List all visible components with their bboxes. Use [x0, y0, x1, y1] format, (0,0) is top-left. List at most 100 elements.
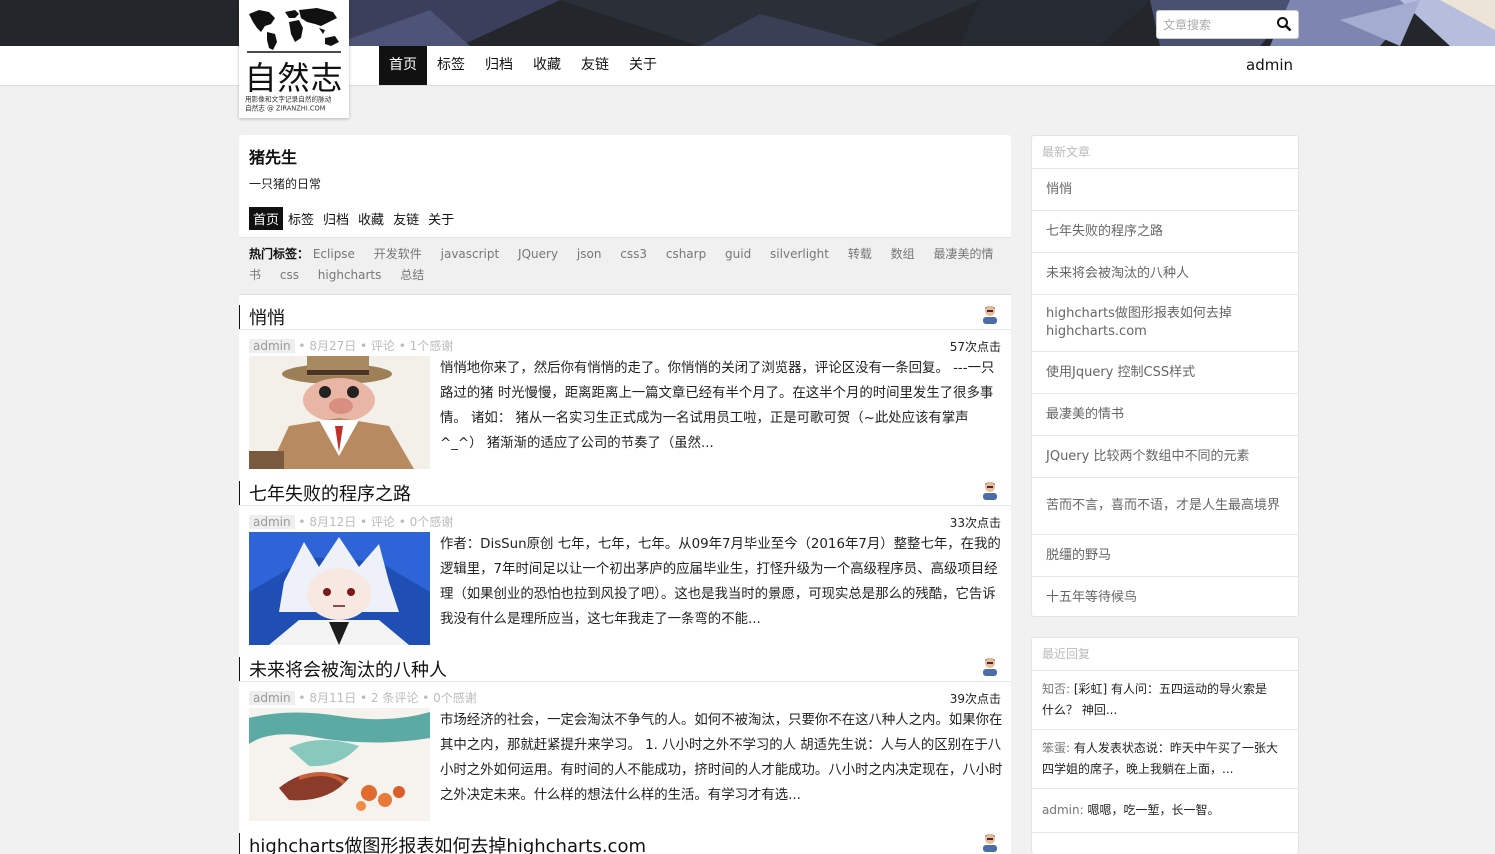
- nav-item-home[interactable]: 首页: [379, 46, 427, 85]
- post-title-row: 七年失败的程序之路: [239, 471, 1011, 506]
- avatar-icon[interactable]: [981, 480, 999, 500]
- tag-link[interactable]: json: [577, 247, 602, 261]
- reply-item[interactable]: 笨蛋: 有人发表状态说：昨天中午买了一张大四学姐的席子，晚上我躺在上面，...: [1032, 730, 1298, 789]
- sidebar-title: 最近回复: [1032, 638, 1298, 671]
- nav-item-favorites[interactable]: 收藏: [523, 46, 571, 85]
- reply-item[interactable]: admin: 嗯嗯，吃一堑，长一智。: [1032, 789, 1298, 833]
- blog-header: 猪先生 一只猪的日常 首页 标签 归档 收藏 友链 关于: [239, 135, 1011, 230]
- tag-link[interactable]: JQuery: [518, 247, 558, 261]
- post-thumbnail[interactable]: [249, 356, 430, 469]
- tag-link[interactable]: 总结: [400, 268, 424, 282]
- title-marker: [239, 657, 240, 681]
- tag-link[interactable]: 开发软件: [374, 247, 422, 261]
- avatar-icon[interactable]: [981, 656, 999, 676]
- search-input[interactable]: [1157, 11, 1267, 38]
- latest-post-link[interactable]: 脱缰的野马: [1032, 535, 1298, 577]
- post-excerpt: 悄悄地你来了，然后你有悄悄的走了。你悄悄的关闭了浏览器，评论区没有一条回复。 -…: [440, 361, 995, 451]
- post-item: 未来将会被淘汰的八种人 admin • 8月11日 • 2 条评论 • 0个感谢…: [239, 647, 1011, 823]
- sidebar-title: 最新文章: [1032, 136, 1298, 169]
- main-content: 猪先生 一只猪的日常 首页 标签 归档 收藏 友链 关于 热门标签： Eclip…: [239, 135, 1011, 854]
- post-meta-info: • 8月11日 • 2 条评论 • 0个感谢: [294, 691, 477, 705]
- user-menu[interactable]: admin: [1246, 46, 1293, 85]
- post-item: 七年失败的程序之路 admin • 8月12日 • 评论 • 0个感谢 33次点…: [239, 471, 1011, 647]
- post-clicks: 33次点击: [949, 516, 1001, 530]
- reply-text: 有人发表状态说：昨天中午买了一张大四学姐的席子，晚上我躺在上面，...: [1042, 741, 1278, 776]
- nav-item-archive[interactable]: 归档: [475, 46, 523, 85]
- latest-post-link[interactable]: 悄悄: [1032, 169, 1298, 211]
- sub-nav-about[interactable]: 关于: [424, 207, 458, 230]
- avatar-icon[interactable]: [981, 304, 999, 324]
- title-marker: [239, 833, 240, 854]
- post-author[interactable]: admin: [249, 515, 295, 529]
- post-author[interactable]: admin: [249, 691, 295, 705]
- world-map-logo: [247, 8, 341, 53]
- reply-author: 知否:: [1042, 682, 1071, 696]
- tag-link[interactable]: csharp: [666, 247, 706, 261]
- tag-link[interactable]: css: [280, 268, 299, 282]
- sub-nav-archive[interactable]: 归档: [319, 207, 353, 230]
- anime-character-image: [249, 532, 430, 645]
- tag-link[interactable]: 转载: [848, 247, 872, 261]
- post-thumbnail[interactable]: [249, 532, 430, 645]
- post-item: highcharts做图形报表如何去掉highcharts.com: [239, 823, 1011, 854]
- search-icon[interactable]: [1276, 16, 1292, 32]
- post-excerpt: 作者：DisSun原创 七年，七年，七年。从09年7月毕业至今（2016年7月）…: [440, 537, 1001, 627]
- sidebar-recent-replies: 最近回复 知否: [彩虹] 有人问：五四运动的导火索是什么？ 神回... 笨蛋:…: [1031, 637, 1299, 854]
- nav-menu: 首页 标签 归档 收藏 友链 关于: [379, 46, 667, 85]
- post-title-row: highcharts做图形报表如何去掉highcharts.com: [239, 823, 1011, 854]
- tag-link[interactable]: highcharts: [318, 268, 382, 282]
- post-title-row: 未来将会被淘汰的八种人: [239, 647, 1011, 682]
- search-box: [1156, 10, 1299, 39]
- sub-nav-links[interactable]: 友链: [389, 207, 423, 230]
- post-clicks: 39次点击: [949, 692, 1001, 706]
- post-title[interactable]: 悄悄: [249, 304, 285, 330]
- tag-link[interactable]: css3: [620, 247, 647, 261]
- avatar-icon[interactable]: [981, 832, 999, 852]
- watercolor-art-image: [249, 708, 430, 821]
- latest-post-link[interactable]: 未来将会被淘汰的八种人: [1032, 253, 1298, 295]
- post-item: 悄悄 admin • 8月27日 • 评论 • 1个感谢 57次点击 悄悄地你来…: [239, 295, 1011, 471]
- site-logo[interactable]: 自然志 用影像和文字记录自然的脉动 自然志 @ ZIRANZHI.COM: [239, 0, 349, 118]
- blog-sub-nav: 首页 标签 归档 收藏 友链 关于: [249, 207, 1001, 230]
- post-meta: admin • 8月12日 • 评论 • 0个感谢 33次点击: [239, 506, 1011, 532]
- latest-post-link[interactable]: JQuery 比较两个数组中不同的元素: [1032, 436, 1298, 478]
- latest-post-link[interactable]: 十五年等待候鸟: [1032, 577, 1298, 616]
- reply-text: 嗯嗯，吃一堑，长一智。: [1083, 803, 1220, 817]
- tag-link[interactable]: guid: [725, 247, 751, 261]
- post-meta: admin • 8月27日 • 评论 • 1个感谢 57次点击: [239, 330, 1011, 356]
- sub-nav-tags[interactable]: 标签: [284, 207, 318, 230]
- latest-post-link[interactable]: highcharts做图形报表如何去掉highcharts.com: [1032, 295, 1298, 352]
- latest-post-link[interactable]: 七年失败的程序之路: [1032, 211, 1298, 253]
- sub-nav-favorites[interactable]: 收藏: [354, 207, 388, 230]
- reply-author: 笨蛋:: [1042, 741, 1071, 755]
- post-title[interactable]: 未来将会被淘汰的八种人: [249, 656, 447, 682]
- hot-tags-label: 热门标签：: [249, 247, 310, 261]
- nav-item-about[interactable]: 关于: [619, 46, 667, 85]
- reply-item[interactable]: 知否: [彩虹] 有人问：五四运动的导火索是什么？ 神回...: [1032, 671, 1298, 730]
- post-meta-info: • 8月12日 • 评论 • 0个感谢: [294, 515, 454, 529]
- latest-post-link[interactable]: 最凄美的情书: [1032, 394, 1298, 436]
- post-author[interactable]: admin: [249, 339, 295, 353]
- latest-post-link[interactable]: 苦而不言，喜而不语，才是人生最高境界: [1032, 478, 1298, 535]
- top-banner: [0, 0, 1495, 46]
- post-title-row: 悄悄: [239, 295, 1011, 330]
- hot-tags: 热门标签： Eclipse 开发软件 javascript JQuery jso…: [239, 237, 1011, 295]
- reply-author: admin:: [1042, 803, 1084, 817]
- tag-link[interactable]: 数组: [891, 247, 915, 261]
- tag-link[interactable]: silverlight: [770, 247, 829, 261]
- nav-item-tags[interactable]: 标签: [427, 46, 475, 85]
- logo-domain: 自然志 @ ZIRANZHI.COM: [245, 104, 326, 113]
- tag-link[interactable]: Eclipse: [313, 247, 355, 261]
- post-excerpt: 市场经济的社会，一定会淘汰不争气的人。如何不被淘汰，只要你不在这八种人之内。如果…: [440, 713, 1003, 803]
- latest-post-link[interactable]: 使用Jquery 控制CSS样式: [1032, 352, 1298, 394]
- nav-item-links[interactable]: 友链: [571, 46, 619, 85]
- tag-link[interactable]: javascript: [441, 247, 500, 261]
- post-title[interactable]: 七年失败的程序之路: [249, 480, 411, 506]
- blog-description: 一只猪的日常: [249, 177, 322, 191]
- post-thumbnail[interactable]: [249, 708, 430, 821]
- post-title[interactable]: highcharts做图形报表如何去掉highcharts.com: [249, 832, 646, 854]
- blog-name: 猪先生: [249, 148, 298, 167]
- sub-nav-home[interactable]: 首页: [249, 207, 284, 230]
- sidebar-latest-posts: 最新文章 悄悄 七年失败的程序之路 未来将会被淘汰的八种人 highcharts…: [1031, 135, 1299, 617]
- title-marker: [239, 305, 240, 329]
